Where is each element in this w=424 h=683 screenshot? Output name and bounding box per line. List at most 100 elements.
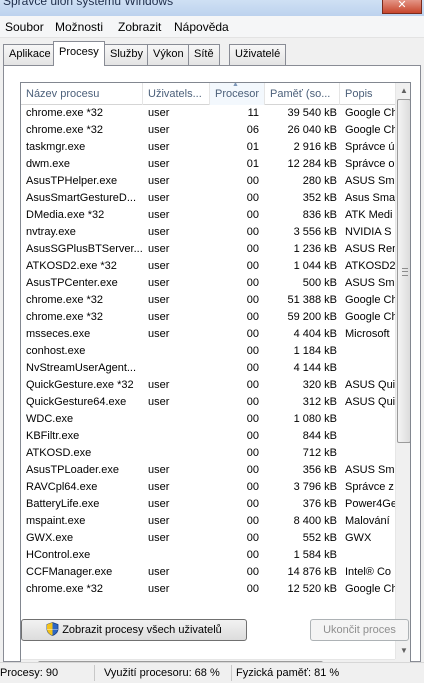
- process-description: ASUS Sma: [345, 175, 395, 187]
- table-row[interactable]: QuickGesture.exe *32 user 00 320 kB ASUS Qui…: [21, 377, 395, 394]
- tab-bar: Aplikace Procesy Služby Výkon Sítě Uživa…: [0, 38, 424, 66]
- process-name: QuickGesture64.exe: [26, 396, 127, 408]
- process-memory: 712 kB: [302, 447, 337, 459]
- process-user: user: [148, 396, 170, 408]
- tab-site[interactable]: Sítě: [188, 44, 220, 65]
- process-name: ATKOSD.exe: [26, 447, 92, 459]
- process-name: KBFiltr.exe: [26, 430, 80, 442]
- process-name: dwm.exe: [26, 158, 71, 170]
- table-row[interactable]: HControl.exe 00 1 584 kB: [21, 547, 395, 564]
- process-memory: 500 kB: [302, 277, 337, 289]
- process-name: HControl.exe: [26, 549, 91, 561]
- end-process-button[interactable]: Ukončit proces: [310, 619, 409, 641]
- process-user: user: [148, 481, 170, 493]
- process-cpu: 00: [246, 413, 259, 425]
- table-row[interactable]: AsusTPLoader.exe user 00 356 kB ASUS Sma: [21, 462, 395, 479]
- table-row[interactable]: nvtray.exe user 00 3 556 kB NVIDIA S: [21, 224, 395, 241]
- column-header-cpu[interactable]: ▲ Procesor: [210, 83, 265, 105]
- process-description: ASUS Quic: [345, 379, 395, 391]
- process-memory: 376 kB: [302, 498, 337, 510]
- process-description: Správce z: [345, 481, 394, 493]
- vertical-scroll-thumb[interactable]: [397, 99, 410, 443]
- title-bar: Správce úloh systému Windows ✕: [0, 0, 424, 16]
- process-user: [148, 547, 210, 564]
- process-memory: 1 080 kB: [293, 413, 337, 425]
- table-row[interactable]: NvStreamUserAgent... 00 4 144 kB: [21, 360, 395, 377]
- process-name: DMedia.exe *32: [26, 209, 105, 221]
- process-description: Intel® Co: [345, 566, 392, 578]
- process-description: [345, 343, 395, 360]
- scroll-up-icon[interactable]: ▲: [396, 83, 410, 99]
- process-cpu: 00: [246, 328, 259, 340]
- process-cpu: 00: [246, 277, 259, 289]
- tab-sluzby[interactable]: Služby: [104, 44, 150, 65]
- process-cpu: 11: [247, 107, 259, 119]
- table-row[interactable]: chrome.exe *32 user 11 39 540 kB Google Ch: [21, 105, 395, 122]
- process-list[interactable]: Název procesu Uživatels... ▲ Procesor Pam…: [20, 82, 411, 674]
- process-memory: 4 144 kB: [293, 362, 337, 374]
- process-cpu: 01: [246, 141, 259, 153]
- process-user: user: [148, 532, 170, 544]
- menu-zobrazit[interactable]: Zobrazit: [118, 20, 161, 34]
- column-header-name[interactable]: Název procesu: [21, 83, 143, 105]
- table-row[interactable]: chrome.exe *32 user 00 59 200 kB Google Ch: [21, 309, 395, 326]
- table-row[interactable]: AsusSmartGestureD... user 00 352 kB Asus Sma: [21, 190, 395, 207]
- table-row[interactable]: msseces.exe user 00 4 404 kB Microsoft: [21, 326, 395, 343]
- process-description: Google Ch: [345, 311, 395, 323]
- table-row[interactable]: ATKOSD2.exe *32 user 00 1 044 kB ATKOSD2: [21, 258, 395, 275]
- column-header-user[interactable]: Uživatels...: [143, 83, 210, 105]
- process-memory: 59 200 kB: [287, 311, 337, 323]
- table-row[interactable]: GWX.exe user 00 552 kB GWX: [21, 530, 395, 547]
- window-title: Správce úloh systému Windows: [3, 0, 174, 8]
- table-row[interactable]: ATKOSD.exe 00 712 kB: [21, 445, 395, 462]
- table-row[interactable]: CCFManager.exe user 00 14 876 kB Intel® Co: [21, 564, 395, 581]
- process-name: chrome.exe *32: [26, 311, 104, 323]
- menu-soubor[interactable]: Soubor: [5, 20, 44, 34]
- process-cpu: 00: [246, 566, 259, 578]
- process-user: user: [148, 515, 170, 527]
- table-row[interactable]: KBFiltr.exe 00 844 kB: [21, 428, 395, 445]
- process-name: AsusSmartGestureD...: [26, 192, 137, 204]
- process-cpu: 00: [246, 379, 259, 391]
- status-separator: [94, 665, 95, 681]
- table-row[interactable]: DMedia.exe *32 user 00 836 kB ATK Medi: [21, 207, 395, 224]
- process-user: [148, 428, 210, 445]
- process-memory: 14 876 kB: [287, 566, 337, 578]
- table-row[interactable]: QuickGesture64.exe user 00 312 kB ASUS Quic: [21, 394, 395, 411]
- menu-napoveda[interactable]: Nápověda: [174, 20, 229, 34]
- column-header-memory[interactable]: Paměť (so...: [265, 83, 340, 105]
- table-row[interactable]: conhost.exe 00 1 184 kB: [21, 343, 395, 360]
- scroll-down-icon[interactable]: ▼: [396, 643, 410, 659]
- process-name: ATKOSD2.exe *32: [26, 260, 117, 272]
- process-description: [345, 547, 395, 564]
- table-row[interactable]: AsusTPCenter.exe user 00 500 kB ASUS Sma: [21, 275, 395, 292]
- table-row[interactable]: taskmgr.exe user 01 2 916 kB Správce ú: [21, 139, 395, 156]
- table-row[interactable]: RAVCpl64.exe user 00 3 796 kB Správce z: [21, 479, 395, 496]
- table-row[interactable]: dwm.exe user 01 12 284 kB Správce o: [21, 156, 395, 173]
- process-description: Správce ú: [345, 141, 395, 153]
- process-name: conhost.exe: [26, 345, 86, 357]
- tab-vykon[interactable]: Výkon: [147, 44, 190, 65]
- table-row[interactable]: BatteryLife.exe user 00 376 kB Power4Ge: [21, 496, 395, 513]
- table-row[interactable]: chrome.exe *32 user 00 12 520 kB Google Ch: [21, 581, 395, 598]
- process-description: Správce o: [345, 158, 395, 170]
- process-user: user: [148, 464, 170, 476]
- process-user: user: [148, 311, 170, 323]
- table-row[interactable]: chrome.exe *32 user 06 26 040 kB Google Ch: [21, 122, 395, 139]
- table-row[interactable]: WDC.exe 00 1 080 kB: [21, 411, 395, 428]
- process-user: user: [148, 583, 170, 595]
- tab-procesy[interactable]: Procesy: [53, 41, 105, 66]
- vertical-scrollbar[interactable]: ▲ ▼: [395, 83, 410, 659]
- tab-aplikace[interactable]: Aplikace: [3, 44, 57, 65]
- menu-moznosti[interactable]: Možnosti: [55, 20, 103, 34]
- column-header-description[interactable]: Popis: [340, 83, 395, 105]
- show-all-processes-button[interactable]: Zobrazit procesy všech uživatelů: [21, 619, 247, 641]
- table-row[interactable]: chrome.exe *32 user 00 51 388 kB Google Ch: [21, 292, 395, 309]
- process-cpu: 00: [246, 209, 259, 221]
- close-button[interactable]: ✕: [382, 0, 422, 14]
- table-row[interactable]: AsusTPHelper.exe user 00 280 kB ASUS Sma: [21, 173, 395, 190]
- tab-uzivatele[interactable]: Uživatelé: [229, 44, 287, 65]
- process-description: ATK Medi: [345, 209, 393, 221]
- table-row[interactable]: AsusSGPlusBTServer... user 00 1 236 kB ASUS …: [21, 241, 395, 258]
- table-row[interactable]: mspaint.exe user 00 8 400 kB Malování: [21, 513, 395, 530]
